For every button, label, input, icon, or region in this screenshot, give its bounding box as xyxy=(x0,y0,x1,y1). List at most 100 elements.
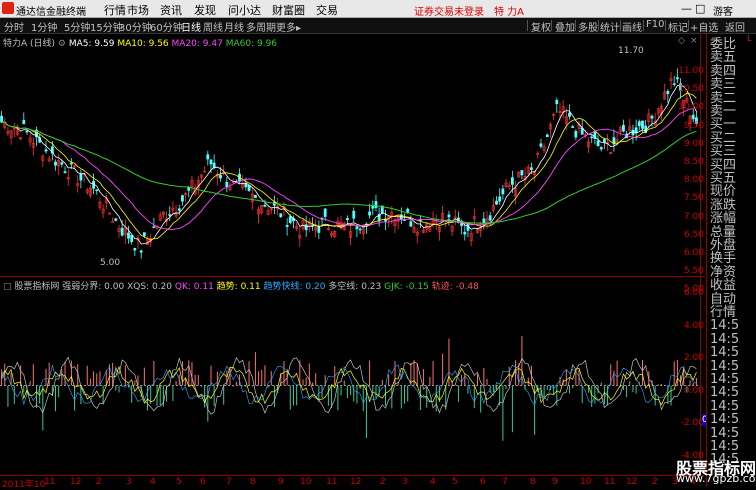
quote-panel-item[interactable]: 14:5 xyxy=(710,373,739,386)
candle-body xyxy=(590,136,594,139)
candle-body xyxy=(108,212,111,215)
tab-15min[interactable]: 15分钟 xyxy=(90,19,123,34)
price-tick-label: 11.00 xyxy=(678,66,704,76)
date-tick-label: 11 xyxy=(604,477,616,487)
overlay-button[interactable]: 叠加 xyxy=(555,19,575,34)
add-watchlist-button[interactable]: +自选 xyxy=(690,19,718,34)
quote-panel-item[interactable]: 行情 xyxy=(710,306,736,319)
candle-body xyxy=(501,188,505,195)
candle-body xyxy=(495,200,498,205)
candle-body xyxy=(599,147,603,150)
tab-more[interactable]: 更多▸ xyxy=(276,19,301,34)
quote-panel-item[interactable]: 自动 xyxy=(710,293,736,306)
restore-rights-button[interactable]: 复权 xyxy=(531,19,551,34)
menu-market[interactable]: 行情 xyxy=(104,2,126,18)
candle-body xyxy=(602,138,606,143)
candle-body xyxy=(142,232,146,237)
minimize-icon[interactable]: — xyxy=(681,2,692,15)
menu-trade[interactable]: 交易 xyxy=(316,2,338,18)
date-tick-label: 9 xyxy=(278,477,284,487)
menu-news[interactable]: 资讯 xyxy=(160,2,182,18)
date-tick-label: 3 xyxy=(126,477,132,487)
login-warning[interactable]: 证券交易未登录 特 力A xyxy=(414,3,524,18)
f10-button[interactable]: F10 xyxy=(646,19,664,30)
candle-body xyxy=(139,250,143,253)
moving-average-line xyxy=(1,107,697,231)
quote-panel-item: 涨跌 xyxy=(710,197,737,213)
candle-body xyxy=(409,221,413,227)
candle-body xyxy=(209,159,213,165)
title-bar: 通达信金融终端 行情 市场 资讯 发现 问小达 财富圈 交易 证券交易未登录 特… xyxy=(0,0,756,18)
price-tick-label: 10.00 xyxy=(678,102,704,113)
quote-panel-item: 卖二 xyxy=(710,90,737,106)
date-tick-label: 4 xyxy=(150,477,156,487)
tab-30min[interactable]: 30分钟 xyxy=(119,19,152,34)
back-button[interactable]: 返回 xyxy=(725,19,745,34)
date-tick-label: 2 xyxy=(380,477,386,487)
candle-body xyxy=(675,77,679,80)
date-tick-label: 5 xyxy=(452,477,458,487)
quote-panel-item: 现价 xyxy=(710,184,737,200)
candle-body xyxy=(69,162,73,165)
menu-wealth[interactable]: 财富圈 xyxy=(272,2,305,18)
candle-body xyxy=(25,130,29,133)
candle-body xyxy=(323,208,327,217)
date-tick-label: 2 xyxy=(652,477,658,487)
candle-body xyxy=(691,114,695,120)
candle-body xyxy=(355,226,359,230)
maximize-icon[interactable]: □ xyxy=(695,2,705,15)
candle-body xyxy=(95,189,99,192)
candle-body xyxy=(368,211,372,216)
indicator-svg xyxy=(0,336,700,441)
tab-weekly[interactable]: 周线 xyxy=(203,19,223,34)
price-tick-label: 6.00 xyxy=(683,248,704,258)
quote-panel-item[interactable]: 14:5 xyxy=(710,386,739,399)
guest-user[interactable]: 游客 xyxy=(713,3,733,18)
moving-average-line xyxy=(1,84,697,245)
indicator-chart[interactable]: □ 股票指标网 强弱分界: 0.00 XQS: 0.20 QK: 0.11 趋势… xyxy=(0,277,704,475)
tab-1min[interactable]: 1分钟 xyxy=(31,19,57,34)
date-tick-label: 6 xyxy=(480,477,486,487)
price-tick-label: 9.00 xyxy=(683,138,704,149)
quote-side-panel: L 委比 卖五 卖四 卖三 卖二 卖一 买一 买二 买三 买四 买五 现价 涨跌 涨幅 总量 外盘 换手 净资 收益… xyxy=(706,34,756,487)
menu-ask[interactable]: 问小达 xyxy=(228,2,261,18)
candle-body xyxy=(666,90,670,95)
kline-chart[interactable]: 特力A (日线) ⚙ MA5: 9.59 MA10: 9.56 MA20: 9.… xyxy=(0,34,704,276)
mark-button[interactable]: 标记 xyxy=(668,19,688,34)
candle-body xyxy=(22,120,26,125)
tab-monthly[interactable]: 月线 xyxy=(224,19,244,34)
candle-body xyxy=(187,187,191,191)
statistics-button[interactable]: 统计 xyxy=(600,19,620,34)
candle-body xyxy=(177,208,181,211)
candle-body xyxy=(650,115,654,119)
draw-line-button[interactable]: 画线 xyxy=(622,19,642,34)
quote-panel-item[interactable]: 14:5 xyxy=(710,360,739,373)
quote-panel-item[interactable]: 14:5 xyxy=(710,400,739,413)
candle-body xyxy=(114,218,118,221)
tab-daily[interactable]: 日线 xyxy=(181,19,201,34)
tab-multi-period[interactable]: 多周期 xyxy=(246,19,276,34)
price-tick-label: 8.50 xyxy=(683,157,704,167)
menu-discover[interactable]: 发现 xyxy=(194,2,216,18)
tab-5min[interactable]: 5分钟 xyxy=(64,19,90,34)
date-tick-label: 4 xyxy=(430,477,436,487)
quote-panel-item[interactable]: 14:5 xyxy=(710,346,739,359)
date-tick-label: 2 xyxy=(96,477,102,487)
tab-intraday[interactable]: 分时 xyxy=(4,19,24,34)
indicator-tick-label: -2.00 xyxy=(680,418,704,428)
menu-market-list[interactable]: 市场 xyxy=(127,2,149,18)
multi-stock-button[interactable]: 多股 xyxy=(578,19,598,34)
candle-body xyxy=(520,170,524,176)
quote-panel-item[interactable]: 14:5 xyxy=(710,440,739,453)
candle-body xyxy=(510,177,514,185)
quote-panel-item[interactable]: 14:5 xyxy=(710,333,739,346)
date-tick-label: 2011年10 xyxy=(2,480,46,490)
candle-body xyxy=(279,213,283,218)
quote-panel-item[interactable]: 14:5 xyxy=(710,319,739,332)
quote-panel-item[interactable]: 14:5 xyxy=(710,427,739,440)
candle-body xyxy=(111,221,115,224)
toolbar-divider xyxy=(688,20,689,31)
quote-panel-item[interactable]: 14:5 xyxy=(710,413,739,426)
tab-60min[interactable]: 60分钟 xyxy=(150,19,183,34)
candle-body xyxy=(346,218,349,221)
